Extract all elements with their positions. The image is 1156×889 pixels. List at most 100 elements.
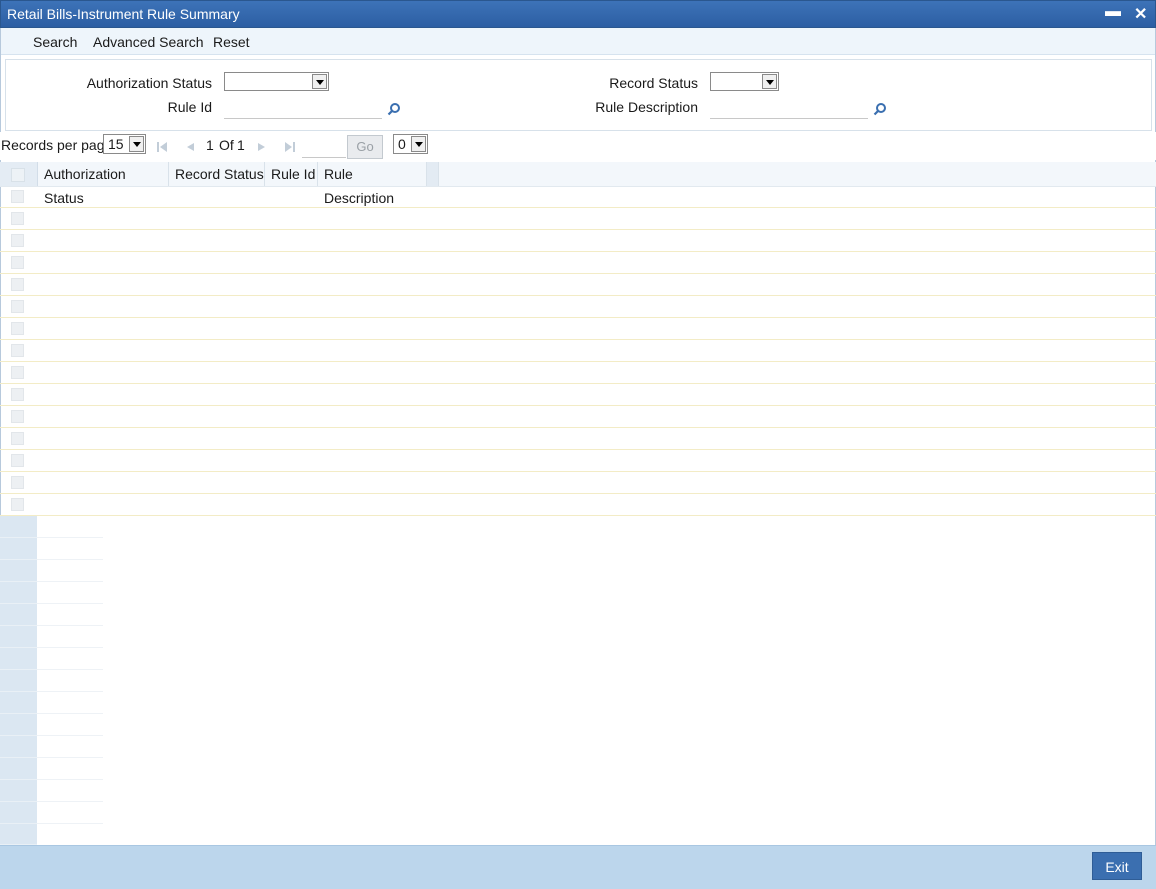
table-row[interactable] bbox=[0, 494, 1156, 516]
results-grid-header: Authorization Status Record Status Rule … bbox=[0, 162, 1156, 206]
filler-row-header bbox=[0, 714, 37, 736]
authorization-status-select[interactable] bbox=[224, 72, 329, 91]
search-criteria-panel bbox=[5, 59, 1152, 131]
row-checkbox[interactable] bbox=[11, 212, 24, 225]
row-checkbox[interactable] bbox=[11, 498, 24, 511]
filler-row-header bbox=[0, 538, 37, 560]
filler-row-header bbox=[0, 582, 37, 604]
row-checkbox[interactable] bbox=[11, 454, 24, 467]
last-page-icon[interactable] bbox=[284, 141, 296, 153]
record-status-select[interactable] bbox=[710, 72, 779, 91]
advanced-search-menu-item[interactable]: Advanced Search bbox=[93, 34, 204, 50]
filler-row-header bbox=[0, 824, 37, 845]
close-icon[interactable]: ✕ bbox=[1134, 4, 1147, 24]
row-checkbox[interactable] bbox=[11, 366, 24, 379]
row-checkbox[interactable] bbox=[11, 322, 24, 335]
filler-cell bbox=[37, 516, 103, 538]
filler-cell bbox=[37, 538, 103, 560]
of-label: Of bbox=[219, 137, 234, 153]
record-status-label: Record Status bbox=[609, 75, 698, 91]
filler-row-header bbox=[0, 758, 37, 780]
search-menu-item[interactable]: Search bbox=[33, 34, 77, 50]
column-rule-description[interactable]: Rule Description bbox=[318, 162, 427, 206]
row-checkbox[interactable] bbox=[11, 234, 24, 247]
reset-menu-item[interactable]: Reset bbox=[213, 34, 250, 50]
filler-cell bbox=[37, 736, 103, 758]
window-title-bar: Retail Bills-Instrument Rule Summary ▬ ✕ bbox=[0, 0, 1156, 28]
table-row[interactable] bbox=[0, 208, 1156, 230]
window-title: Retail Bills-Instrument Rule Summary bbox=[7, 6, 240, 22]
authorization-status-label: Authorization Status bbox=[86, 75, 212, 91]
row-checkbox[interactable] bbox=[11, 344, 24, 357]
row-checkbox[interactable] bbox=[11, 256, 24, 269]
filler-cell bbox=[37, 714, 103, 736]
row-checkbox[interactable] bbox=[11, 278, 24, 291]
minimize-icon[interactable]: ▬ bbox=[1105, 3, 1121, 21]
total-pages: 1 bbox=[237, 137, 245, 153]
filler-cell bbox=[37, 560, 103, 582]
table-row[interactable] bbox=[0, 428, 1156, 450]
secondary-select[interactable]: 0 bbox=[393, 134, 428, 154]
records-per-page-value: 15 bbox=[108, 136, 124, 152]
table-row[interactable] bbox=[0, 230, 1156, 252]
filler-row-header bbox=[0, 560, 37, 582]
column-record-status[interactable]: Record Status bbox=[169, 162, 265, 186]
row-checkbox[interactable] bbox=[11, 476, 24, 489]
filler-row-header bbox=[0, 516, 37, 538]
footer-bar bbox=[0, 845, 1156, 889]
go-button[interactable]: Go bbox=[347, 135, 383, 159]
current-page: 1 bbox=[206, 137, 214, 153]
next-page-icon[interactable] bbox=[256, 141, 268, 153]
rule-description-label: Rule Description bbox=[595, 99, 698, 115]
filler-cell bbox=[37, 670, 103, 692]
table-row[interactable] bbox=[0, 362, 1156, 384]
filler-cell bbox=[37, 780, 103, 802]
filler-cell bbox=[37, 648, 103, 670]
filler-row-header bbox=[0, 670, 37, 692]
column-rule-id[interactable]: Rule Id bbox=[265, 162, 318, 186]
secondary-select-value: 0 bbox=[398, 136, 406, 152]
action-menu-bar: Search Advanced Search Reset bbox=[1, 28, 1155, 55]
table-row[interactable] bbox=[0, 472, 1156, 494]
select-all-column[interactable] bbox=[0, 162, 38, 186]
table-row[interactable] bbox=[0, 274, 1156, 296]
search-icon[interactable] bbox=[387, 102, 401, 116]
table-row[interactable] bbox=[0, 252, 1156, 274]
row-checkbox[interactable] bbox=[11, 432, 24, 445]
rule-id-label: Rule Id bbox=[167, 99, 212, 115]
rule-id-input[interactable] bbox=[224, 98, 382, 119]
dropdown-arrow-icon bbox=[312, 74, 327, 89]
filler-row-header bbox=[0, 780, 37, 802]
search-icon[interactable] bbox=[873, 102, 887, 116]
table-row[interactable] bbox=[0, 318, 1156, 340]
filler-cell bbox=[37, 582, 103, 604]
exit-button[interactable]: Exit bbox=[1092, 852, 1142, 880]
previous-page-icon[interactable] bbox=[184, 141, 196, 153]
goto-page-input[interactable] bbox=[302, 137, 346, 158]
pagination-bar: Records per page 15 1 Of 1 bbox=[0, 132, 1156, 160]
filler-row-header bbox=[0, 604, 37, 626]
table-row[interactable] bbox=[0, 450, 1156, 472]
records-per-page-select[interactable]: 15 bbox=[103, 134, 146, 154]
column-authorization-status[interactable]: Authorization Status bbox=[38, 162, 169, 206]
row-checkbox[interactable] bbox=[11, 410, 24, 423]
filler-row-header bbox=[0, 626, 37, 648]
rule-description-input[interactable] bbox=[710, 98, 868, 119]
row-checkbox[interactable] bbox=[11, 300, 24, 313]
row-checkbox[interactable] bbox=[11, 190, 24, 203]
table-row[interactable] bbox=[0, 186, 1156, 208]
column-spacer bbox=[427, 162, 439, 186]
first-page-icon[interactable] bbox=[156, 141, 168, 153]
table-row[interactable] bbox=[0, 340, 1156, 362]
row-checkbox[interactable] bbox=[11, 388, 24, 401]
select-all-checkbox[interactable] bbox=[11, 168, 25, 182]
filler-cell bbox=[37, 692, 103, 714]
filler-cell bbox=[37, 604, 103, 626]
dropdown-arrow-icon bbox=[762, 74, 777, 89]
filler-row-header bbox=[0, 802, 37, 824]
table-row[interactable] bbox=[0, 406, 1156, 428]
table-row[interactable] bbox=[0, 296, 1156, 318]
dropdown-arrow-icon bbox=[411, 136, 426, 152]
table-row[interactable] bbox=[0, 384, 1156, 406]
filler-cell bbox=[37, 758, 103, 780]
